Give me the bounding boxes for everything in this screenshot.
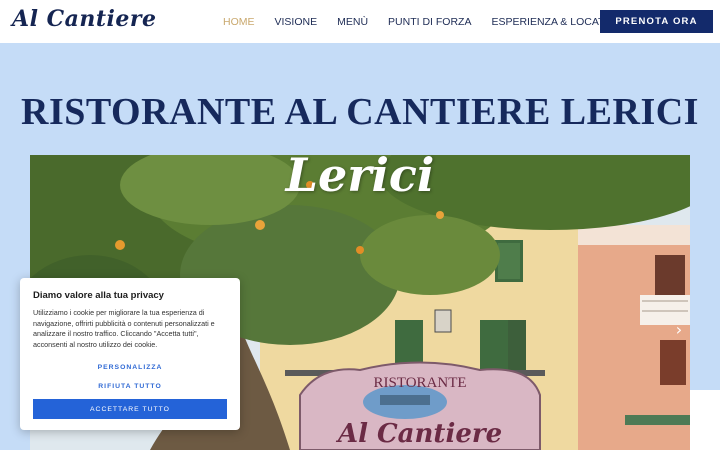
nav-punti-di-forza[interactable]: PUNTI DI FORZA — [388, 16, 471, 28]
site-logo[interactable]: Al Cantiere — [12, 6, 156, 32]
nav-home[interactable]: HOME — [223, 16, 255, 28]
chevron-right-icon[interactable]: › — [672, 320, 686, 340]
cookie-customize-button[interactable]: PERSONALIZZA — [20, 364, 240, 371]
page-edge — [690, 390, 720, 450]
cookie-accept-button[interactable]: ACCETTARE TUTTO — [33, 399, 227, 419]
nav-menu[interactable]: MENÙ — [337, 16, 368, 28]
cookie-title: Diamo valore alla tua privacy — [33, 290, 164, 301]
cookie-description: Utilizziamo i cookie per migliorare la t… — [33, 308, 215, 349]
cookie-consent-dialog: Diamo valore alla tua privacy Utilizziam… — [20, 278, 240, 430]
sign-subtitle: RISTORANTE — [373, 375, 466, 391]
book-now-button[interactable]: PRENOTA ORA — [600, 10, 713, 33]
cookie-reject-button[interactable]: RIFIUTA TUTTO — [20, 383, 240, 390]
sign-title: Al Cantiere — [335, 419, 502, 449]
site-header: Al Cantiere HOME VISIONE MENÙ PUNTI DI F… — [0, 0, 720, 43]
page-title: RISTORANTE AL CANTIERE LERICI — [21, 91, 699, 133]
main-nav: HOME VISIONE MENÙ PUNTI DI FORZA ESPERIE… — [223, 0, 643, 43]
nav-visione[interactable]: VISIONE — [275, 16, 318, 28]
